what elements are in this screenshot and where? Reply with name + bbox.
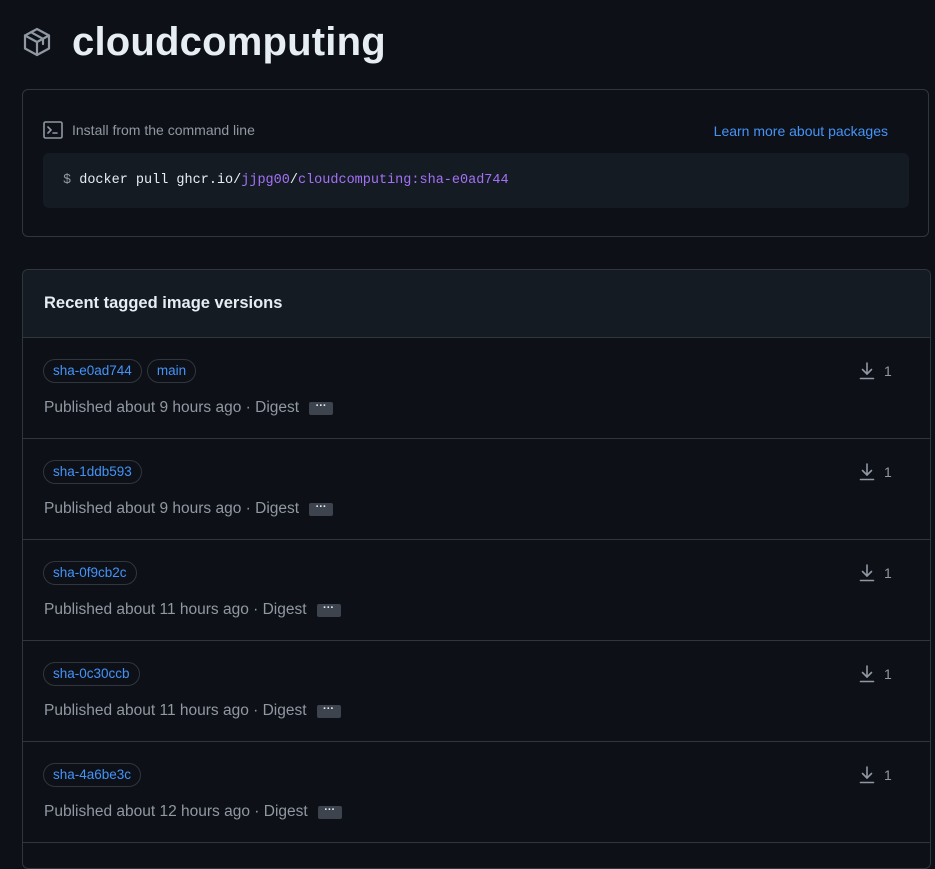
tag-list: sha-e0ad744 main bbox=[43, 359, 197, 383]
command-separator: / bbox=[289, 173, 298, 188]
download-number: 1 bbox=[884, 565, 892, 581]
install-label: Install from the command line bbox=[72, 122, 255, 138]
digest-label[interactable]: Digest bbox=[264, 803, 308, 821]
tag-badge[interactable]: sha-e0ad744 bbox=[43, 359, 142, 383]
published-text: Published about 11 hours ago bbox=[44, 601, 249, 618]
page-header: cloudcomputing bbox=[21, 14, 386, 70]
digest-expand-button[interactable]: ··· bbox=[309, 501, 334, 516]
download-number: 1 bbox=[884, 363, 892, 379]
version-meta: Published about 9 hours ago · Digest ··· bbox=[44, 500, 334, 518]
download-count: 1 bbox=[859, 362, 892, 380]
tag-badge[interactable]: sha-4a6be3c bbox=[43, 763, 142, 787]
download-count: 1 bbox=[859, 564, 892, 582]
digest-expand-button[interactable]: ··· bbox=[317, 804, 342, 819]
published-text: Published about 9 hours ago bbox=[44, 500, 242, 517]
command-owner: jjpg00 bbox=[241, 173, 290, 188]
download-number: 1 bbox=[884, 767, 892, 783]
install-panel: Install from the command line Learn more… bbox=[22, 89, 929, 237]
version-row: sha-e0ad744 main Published about 9 hours… bbox=[23, 338, 930, 439]
command-image: cloudcomputing:sha-e0ad744 bbox=[297, 173, 509, 188]
digest-label[interactable]: Digest bbox=[255, 500, 299, 518]
install-heading: Install from the command line bbox=[43, 121, 255, 139]
version-row: sha-4a6be3c Published about 12 hours ago… bbox=[23, 742, 930, 843]
version-row: sha-1ddb593 Published about 9 hours ago … bbox=[23, 439, 930, 540]
version-meta: Published about 9 hours ago · Digest ··· bbox=[44, 399, 334, 417]
version-row: sha-0c30ccb Published about 11 hours ago… bbox=[23, 641, 930, 742]
download-icon bbox=[859, 665, 875, 683]
learn-more-link[interactable]: Learn more about packages bbox=[714, 123, 888, 139]
tag-list: sha-0c30ccb bbox=[43, 662, 140, 686]
download-icon bbox=[859, 362, 875, 380]
version-meta: Published about 11 hours ago · Digest ··… bbox=[44, 702, 341, 720]
tag-list: sha-0f9cb2c bbox=[43, 561, 137, 585]
tag-list: sha-4a6be3c bbox=[43, 763, 142, 787]
digest-expand-button[interactable]: ··· bbox=[309, 400, 334, 415]
digest-label[interactable]: Digest bbox=[263, 601, 307, 619]
published-text: Published about 11 hours ago bbox=[44, 702, 249, 719]
tag-badge[interactable]: sha-0c30ccb bbox=[43, 662, 140, 686]
terminal-icon bbox=[43, 121, 63, 139]
tag-badge[interactable]: sha-0f9cb2c bbox=[43, 561, 137, 585]
install-command[interactable]: $ docker pull ghcr.io/jjpg00/cloudcomput… bbox=[43, 153, 909, 208]
version-row: sha-0f9cb2c Published about 11 hours ago… bbox=[23, 540, 930, 641]
download-count: 1 bbox=[859, 463, 892, 481]
download-number: 1 bbox=[884, 464, 892, 480]
tag-badge[interactable]: sha-1ddb593 bbox=[43, 460, 142, 484]
versions-title: Recent tagged image versions bbox=[23, 270, 930, 338]
digest-label[interactable]: Digest bbox=[263, 702, 307, 720]
published-text: Published about 9 hours ago bbox=[44, 399, 242, 416]
download-icon bbox=[859, 564, 875, 582]
digest-expand-button[interactable]: ··· bbox=[316, 703, 341, 718]
command-prompt: $ bbox=[63, 173, 72, 188]
page-title: cloudcomputing bbox=[72, 19, 386, 64]
version-meta: Published about 12 hours ago · Digest ··… bbox=[44, 803, 342, 821]
download-icon bbox=[859, 463, 875, 481]
versions-panel: Recent tagged image versions sha-e0ad744… bbox=[22, 269, 931, 869]
tag-list: sha-1ddb593 bbox=[43, 460, 142, 484]
digest-expand-button[interactable]: ··· bbox=[316, 602, 341, 617]
download-count: 1 bbox=[859, 766, 892, 784]
command-base: docker pull ghcr.io/ bbox=[79, 173, 242, 188]
version-meta: Published about 11 hours ago · Digest ··… bbox=[44, 601, 341, 619]
download-icon bbox=[859, 766, 875, 784]
package-icon bbox=[21, 26, 53, 58]
download-count: 1 bbox=[859, 665, 892, 683]
digest-label[interactable]: Digest bbox=[255, 399, 299, 417]
tag-badge[interactable]: main bbox=[146, 359, 197, 383]
download-number: 1 bbox=[884, 666, 892, 682]
published-text: Published about 12 hours ago bbox=[44, 803, 250, 820]
